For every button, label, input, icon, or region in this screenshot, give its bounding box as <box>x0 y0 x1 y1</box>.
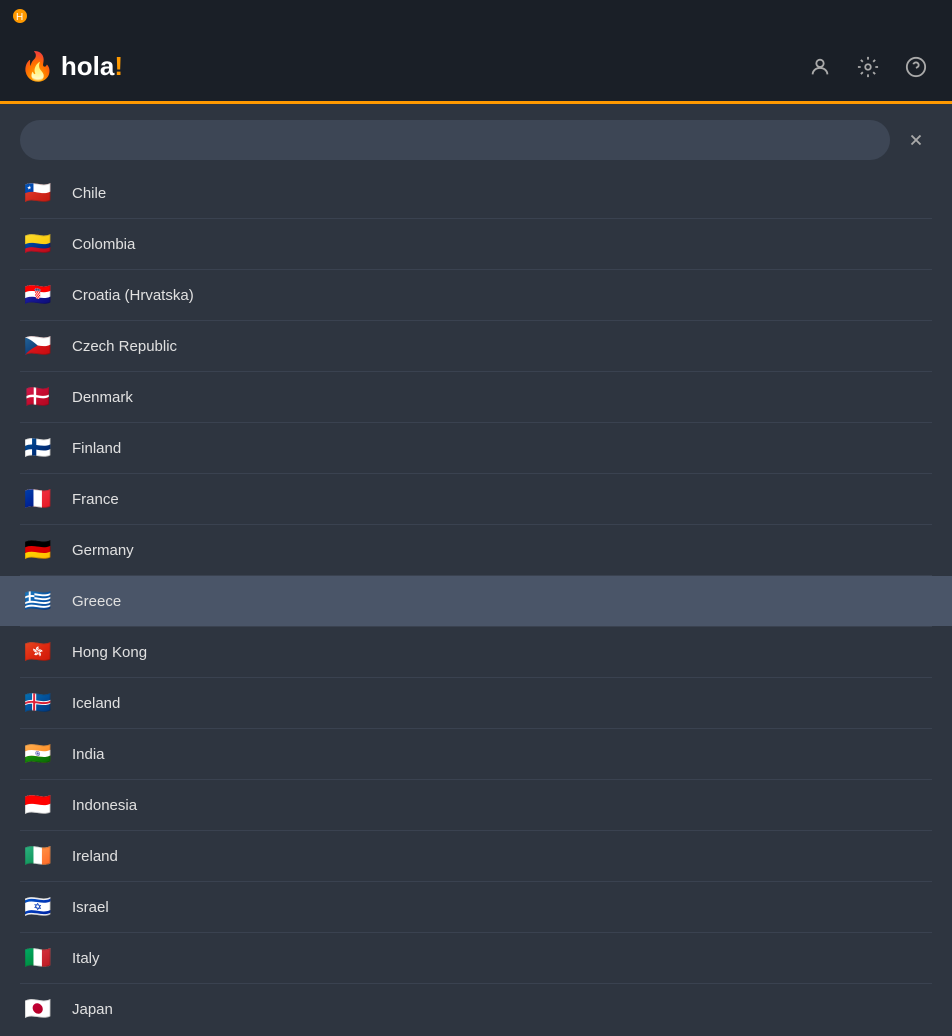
minimize-button[interactable] <box>798 0 844 32</box>
title-bar-controls <box>798 0 944 32</box>
country-flag: 🇩🇰 <box>20 379 56 415</box>
country-name: Greece <box>72 593 121 610</box>
country-flag: 🇮🇳 <box>20 736 56 772</box>
list-item[interactable]: 🇨🇿 Czech Republic <box>0 321 952 371</box>
search-container <box>0 104 952 168</box>
country-name: Denmark <box>72 389 133 406</box>
country-name: Japan <box>72 1001 113 1018</box>
country-name: Croatia (Hrvatska) <box>72 287 194 304</box>
country-name: Israel <box>72 899 109 916</box>
country-name: Germany <box>72 542 134 559</box>
title-bar: H <box>0 0 952 32</box>
app-icon: H <box>12 8 28 24</box>
list-item[interactable]: 🇮🇱 Israel <box>0 882 952 932</box>
list-item[interactable]: 🇬🇷 Greece <box>0 576 952 626</box>
close-window-button[interactable] <box>898 0 944 32</box>
help-icon-button[interactable] <box>900 51 932 83</box>
user-icon-button[interactable] <box>804 51 836 83</box>
country-name: Czech Republic <box>72 338 177 355</box>
list-item[interactable]: 🇮🇹 Italy <box>0 933 952 983</box>
list-item[interactable]: 🇭🇰 Hong Kong <box>0 627 952 677</box>
title-bar-left: H <box>12 8 36 24</box>
country-flag: 🇫🇮 <box>20 430 56 466</box>
country-flag: 🇬🇷 <box>20 583 56 619</box>
help-icon <box>905 56 927 78</box>
list-item[interactable]: 🇨🇴 Colombia <box>0 219 952 269</box>
country-name: Italy <box>72 950 100 967</box>
country-flag: 🇯🇵 <box>20 991 56 1027</box>
search-close-button[interactable] <box>900 124 932 156</box>
country-name: Chile <box>72 185 106 202</box>
list-item[interactable]: 🇨🇱 Chile <box>0 168 952 218</box>
settings-icon-button[interactable] <box>852 51 884 83</box>
country-flag: 🇨🇿 <box>20 328 56 364</box>
country-list[interactable]: 🇨🇱 Chile 🇨🇴 Colombia 🇭🇷 Croatia (Hrvatska) 🇨🇿 C… <box>0 168 952 1028</box>
list-item[interactable]: 🇮🇩 Indonesia <box>0 780 952 830</box>
user-icon <box>809 56 831 78</box>
country-flag: 🇮🇱 <box>20 889 56 925</box>
app-header: 🔥 hola! <box>0 32 952 104</box>
list-item[interactable]: 🇩🇪 Germany <box>0 525 952 575</box>
list-item[interactable]: 🇮🇪 Ireland <box>0 831 952 881</box>
country-flag: 🇨🇴 <box>20 226 56 262</box>
country-name: Iceland <box>72 695 120 712</box>
country-name: Colombia <box>72 236 135 253</box>
svg-text:H: H <box>16 12 23 23</box>
country-name: Ireland <box>72 848 118 865</box>
gear-icon <box>857 56 879 78</box>
list-item[interactable]: 🇮🇳 India <box>0 729 952 779</box>
country-flag: 🇮🇩 <box>20 787 56 823</box>
country-flag: 🇫🇷 <box>20 481 56 517</box>
logo: 🔥 hola! <box>20 50 123 83</box>
header-icons <box>804 51 932 83</box>
list-item[interactable]: 🇯🇵 Japan <box>0 984 952 1028</box>
country-flag: 🇮🇹 <box>20 940 56 976</box>
country-name: India <box>72 746 105 763</box>
logo-flame: 🔥 <box>20 50 55 83</box>
country-flag: 🇭🇷 <box>20 277 56 313</box>
list-item[interactable]: 🇩🇰 Denmark <box>0 372 952 422</box>
country-name: Finland <box>72 440 121 457</box>
list-item[interactable]: 🇫🇮 Finland <box>0 423 952 473</box>
list-item[interactable]: 🇮🇸 Iceland <box>0 678 952 728</box>
close-icon <box>907 131 925 149</box>
list-item[interactable]: 🇫🇷 France <box>0 474 952 524</box>
country-name: Hong Kong <box>72 644 147 661</box>
country-flag: 🇩🇪 <box>20 532 56 568</box>
list-item[interactable]: 🇭🇷 Croatia (Hrvatska) <box>0 270 952 320</box>
logo-text: hola! <box>61 51 123 82</box>
country-flag: 🇨🇱 <box>20 175 56 211</box>
country-name: France <box>72 491 119 508</box>
country-flag: 🇮🇸 <box>20 685 56 721</box>
country-flag: 🇭🇰 <box>20 634 56 670</box>
search-input[interactable] <box>20 120 890 160</box>
country-flag: 🇮🇪 <box>20 838 56 874</box>
maximize-button[interactable] <box>848 0 894 32</box>
country-name: Indonesia <box>72 797 137 814</box>
